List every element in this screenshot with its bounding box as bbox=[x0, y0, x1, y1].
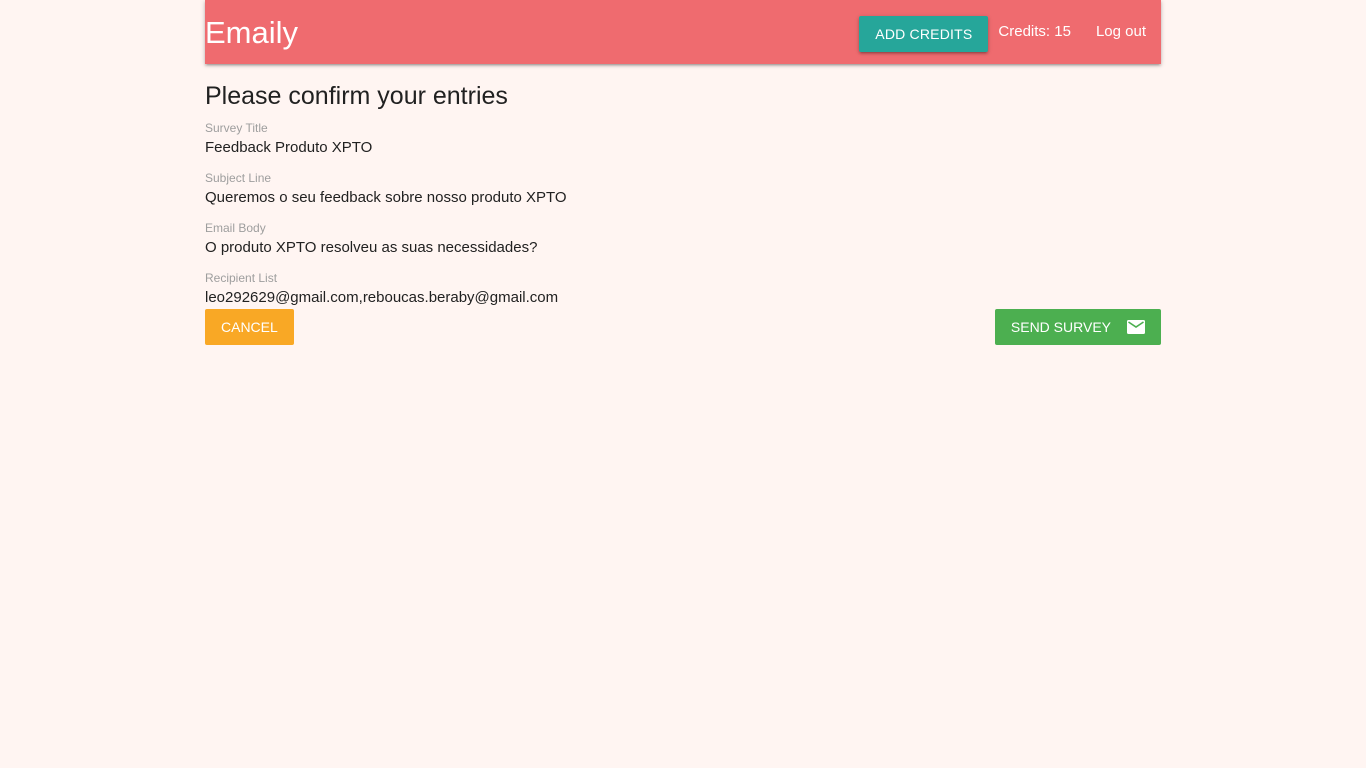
field-value: Queremos o seu feedback sobre nosso prod… bbox=[205, 189, 567, 206]
cancel-button[interactable]: Cancel bbox=[205, 309, 294, 345]
top-navbar: Emaily Add Credits Credits: 15 Log out bbox=[205, 0, 1161, 64]
field-label: Survey Title bbox=[205, 121, 268, 135]
page-title: Please confirm your entries bbox=[205, 82, 508, 110]
confirm-form: Please confirm your entries Survey Title… bbox=[205, 83, 1161, 345]
field-subject-line: Subject Line Queremos o seu feedback sob… bbox=[205, 171, 1161, 208]
send-survey-label: Send Survey bbox=[1010, 319, 1111, 335]
field-email-body: Email Body O produto XPTO resolveu as su… bbox=[205, 221, 1161, 258]
field-value: Feedback Produto XPTO bbox=[205, 139, 373, 156]
credits-count: Credits: 15 bbox=[998, 23, 1071, 40]
form-actions: Cancel Send Survey bbox=[205, 309, 1161, 345]
field-value: leo292629@gmail.com,reboucas.beraby@gmai… bbox=[205, 289, 559, 306]
field-label: Recipient List bbox=[205, 271, 278, 285]
page-container: Emaily Add Credits Credits: 15 Log out P… bbox=[205, 0, 1161, 345]
add-credits-button[interactable]: Add Credits bbox=[859, 16, 989, 52]
field-value: O produto XPTO resolveu as suas necessid… bbox=[205, 239, 538, 256]
send-survey-button[interactable]: Send Survey bbox=[994, 309, 1161, 345]
brand-logo[interactable]: Emaily bbox=[205, 13, 298, 53]
field-recipient-list: Recipient List leo292629@gmail.com,rebou… bbox=[205, 271, 1161, 308]
field-label: Email Body bbox=[205, 221, 266, 235]
nav-right: Add Credits Credits: 15 Log out bbox=[859, 0, 1161, 64]
field-label: Subject Line bbox=[205, 171, 272, 185]
email-icon bbox=[1127, 320, 1145, 334]
logout-link[interactable]: Log out bbox=[1096, 0, 1161, 64]
field-survey-title: Survey Title Feedback Produto XPTO bbox=[205, 121, 1161, 158]
